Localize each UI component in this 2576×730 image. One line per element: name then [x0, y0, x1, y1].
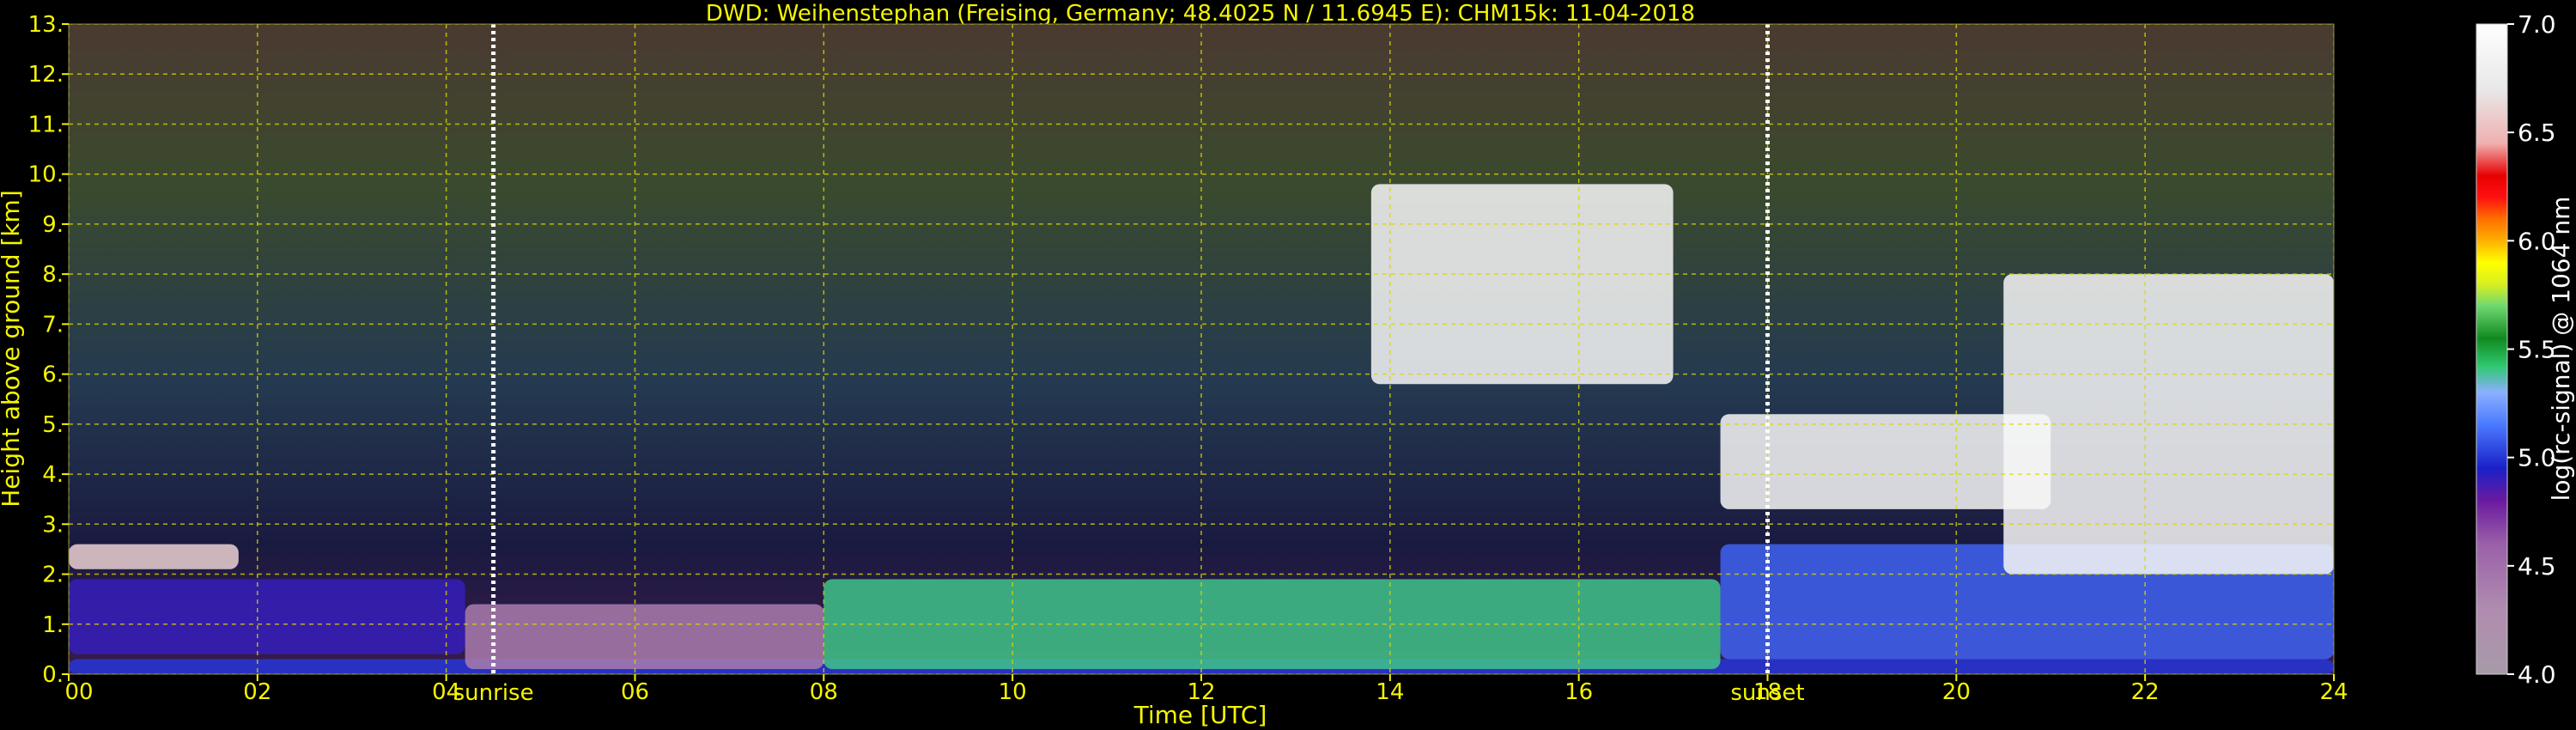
colorbar-tick-label: 6.5 [2518, 119, 2556, 147]
feature-morning-aerosol-layer [69, 579, 465, 654]
y-tick-label: 10. [28, 162, 64, 188]
sunrise-label: sunrise [453, 680, 534, 706]
annotation-labels: sunrise sunset [453, 680, 1805, 706]
x-tick-label: 08 [810, 679, 838, 705]
chart-title: DWD: Weihenstephan (Freising, Germany; 4… [706, 1, 1695, 27]
x-tick-label: 10 [999, 679, 1027, 705]
x-tick-label: 20 [1942, 679, 1971, 705]
x-tick-label: 24 [2319, 679, 2348, 705]
x-axis-label: Time [UTC] [1133, 701, 1267, 729]
x-tick-label: 16 [1564, 679, 1593, 705]
y-tick-label: 4. [42, 462, 64, 488]
y-tick-label: 12. [28, 62, 64, 88]
y-tick-label: 9. [42, 212, 64, 238]
ceilometer-chart: DWD: Weihenstephan (Freising, Germany; 4… [0, 1, 2575, 729]
sunset-label: sunset [1730, 680, 1804, 706]
colorbar-gradient [2476, 23, 2508, 675]
y-axis-ticks: 0. 1. 2. 3. 4. 5. 6. 7. 8. 9. 10. 11. 12. 13. [28, 12, 69, 688]
y-tick-label: 8. [42, 262, 64, 288]
colorbar-tick-label: 7.0 [2518, 10, 2556, 39]
x-tick-label: 14 [1376, 679, 1404, 705]
x-tick-label: 02 [243, 679, 271, 705]
y-tick-label: 0. [42, 662, 64, 688]
feature-morning-cloud-deck [69, 544, 239, 569]
y-tick-label: 11. [28, 112, 64, 137]
x-tick-label: 06 [621, 679, 649, 705]
feature-pink-residual-layer [465, 604, 824, 670]
plot-area [69, 24, 2334, 674]
y-tick-label: 7. [42, 312, 64, 338]
x-tick-label: 22 [2131, 679, 2160, 705]
y-tick-label: 13. [28, 12, 64, 38]
feature-cirrus [1370, 184, 1674, 385]
colorbar-tick-label: 4.5 [2518, 552, 2556, 581]
y-tick-label: 2. [42, 563, 64, 588]
y-tick-label: 1. [42, 612, 64, 638]
y-tick-label: 3. [42, 512, 64, 538]
y-tick-label: 6. [42, 362, 64, 388]
feature-evening-cloud-band [1720, 414, 2051, 509]
y-tick-label: 5. [42, 412, 64, 438]
y-axis-label: Height above ground [km] [0, 190, 25, 508]
colorbar: 4.04.55.05.56.06.57.0 log(rc-signal) @ 1… [2476, 10, 2575, 689]
x-tick-label: 00 [64, 679, 93, 705]
colorbar-label: log(rc-signal) @ 1064 nm [2547, 197, 2575, 502]
colorbar-tick-label: 4.0 [2518, 660, 2556, 689]
